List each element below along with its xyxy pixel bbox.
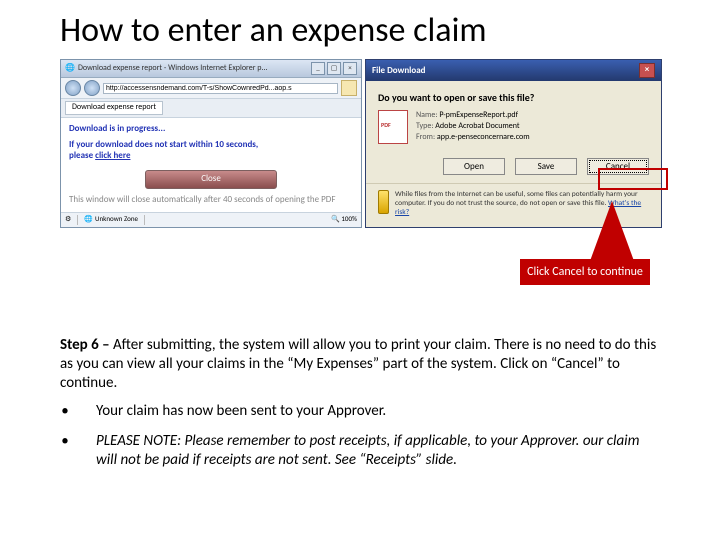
forward-icon[interactable] [84, 80, 100, 96]
callout: Click Cancel to continue [520, 259, 650, 285]
bullet-dot: • [60, 432, 70, 471]
ie-icon: 🌐 [65, 64, 75, 74]
download-heading: Download is in progress... [69, 124, 353, 135]
bullet1-row: • Your claim has now been sent to your A… [60, 402, 660, 422]
zone-label: Unknown Zone [95, 215, 138, 223]
bullet2-row: • PLEASE NOTE: Please remember to post r… [60, 432, 660, 471]
tab-download[interactable]: Download expense report [65, 101, 163, 115]
status-icon: ⚙ [65, 215, 71, 223]
zoom-value: 100% [341, 214, 357, 223]
zoom-level: 🔍 100% [331, 215, 357, 223]
type-value: Adobe Acrobat Document [435, 121, 519, 131]
name-value: P-pmExpenseReport.pdf [439, 110, 518, 120]
pdf-icon [378, 110, 408, 144]
shield-icon [378, 190, 389, 214]
browser-window: 🌐 Download expense report - Windows Inte… [60, 59, 362, 228]
autoclose-text: This window will close automatically aft… [69, 195, 353, 206]
browser-titlebar: 🌐 Download expense report - Windows Inte… [61, 60, 361, 78]
globe-icon: 🌐 [84, 215, 93, 223]
type-label: Type: [416, 121, 433, 131]
step6-label: Step 6 – [60, 336, 110, 354]
close-button[interactable]: Close [145, 170, 277, 189]
screenshot-area: 🌐 Download expense report - Windows Inte… [60, 59, 660, 324]
dialog-titlebar: File Download × [366, 60, 661, 81]
from-value: app.e-penseconcernare.com [437, 132, 530, 142]
tab-strip: Download expense report [61, 99, 361, 118]
open-button[interactable]: Open [443, 158, 505, 175]
step6-text: After submitting, the system will allow … [60, 336, 656, 392]
security-zone: 🌐 Unknown Zone [84, 215, 138, 223]
browser-title-text: Download expense report - Windows Intern… [78, 64, 268, 74]
back-icon[interactable] [65, 80, 81, 96]
file-details: Name: P-pmExpenseReport.pdf Type: Adobe … [416, 110, 530, 144]
wait-line1: If your download does not start within 1… [69, 139, 258, 150]
close-icon[interactable]: × [343, 62, 357, 75]
bullet2-text: PLEASE NOTE: Please remember to post rec… [96, 432, 660, 471]
dialog-title-text: File Download [372, 65, 425, 76]
from-label: From: [416, 132, 435, 142]
callout-text: Click Cancel to continue [520, 259, 650, 285]
address-bar [61, 78, 361, 99]
bullet2-italic: PLEASE NOTE: Please remember to post rec… [96, 432, 640, 470]
wait-line2a: please [69, 150, 95, 161]
url-input[interactable] [103, 83, 338, 94]
step6: Step 6 – After submitting, the system wi… [60, 336, 660, 392]
bullet1-text: Your claim has now been sent to your App… [96, 402, 660, 422]
bullet-dot: • [60, 402, 70, 422]
lock-icon [341, 80, 357, 96]
dialog-question: Do you want to open or save this file? [366, 81, 661, 110]
download-wait-msg: If your download does not start within 1… [69, 140, 353, 162]
minimize-icon[interactable]: _ [311, 62, 325, 75]
dialog-close-icon[interactable]: × [639, 63, 655, 78]
page-title: How to enter an expense claim [60, 10, 660, 51]
cancel-highlight [598, 168, 668, 190]
save-button[interactable]: Save [515, 158, 577, 175]
callout-arrow [590, 201, 634, 261]
maximize-icon[interactable]: ▢ [327, 62, 341, 75]
click-here-link[interactable]: click here [95, 150, 130, 161]
status-bar: ⚙ 🌐 Unknown Zone 🔍 100% [61, 212, 361, 227]
name-label: Name: [416, 110, 438, 120]
